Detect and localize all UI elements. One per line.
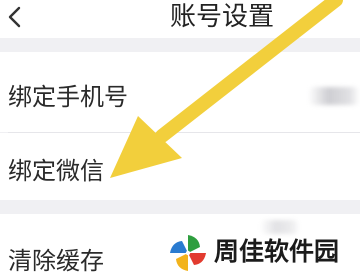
section-gap xyxy=(0,38,360,52)
chevron-left-icon xyxy=(8,6,21,28)
cache-size-value xyxy=(260,220,300,234)
page-title: 账号设置 xyxy=(170,2,275,32)
back-button[interactable] xyxy=(2,2,32,32)
bind-phone-row[interactable]: 绑定手机号 xyxy=(0,52,360,132)
bind-phone-label: 绑定手机号 xyxy=(8,83,128,111)
bind-wechat-label: 绑定微信 xyxy=(8,157,104,185)
clear-cache-row[interactable]: 清除缓存 xyxy=(0,214,360,280)
clear-cache-label: 清除缓存 xyxy=(8,247,104,275)
nav-header: 账号设置 xyxy=(0,0,360,38)
bind-wechat-row[interactable]: 绑定微信 xyxy=(0,133,360,200)
section-gap xyxy=(0,200,360,214)
phone-number-value xyxy=(308,87,360,105)
